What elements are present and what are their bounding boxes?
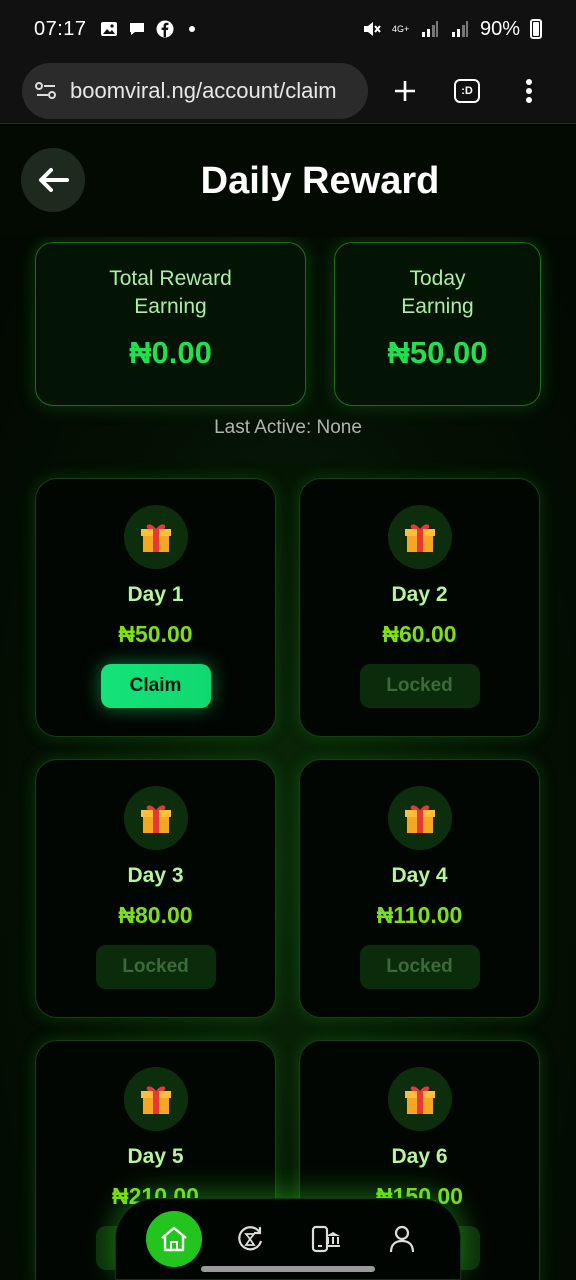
network-type: 4G+: [391, 23, 410, 34]
status-bar: 07:17 4G+ 90%: [0, 0, 576, 58]
nav-home[interactable]: [146, 1211, 202, 1267]
day-label: Day 2: [391, 583, 448, 606]
browser-menu-button[interactable]: [504, 66, 554, 116]
battery-icon: [530, 19, 542, 39]
reward-card-day-4: Day 4 ₦110.00 Locked: [299, 759, 540, 1018]
day-label: Day 3: [127, 864, 184, 887]
today-earning-value: ₦50.00: [387, 335, 488, 370]
notification-dot-icon: [188, 26, 195, 32]
profile-icon: [389, 1225, 415, 1253]
battery-percent: 90%: [479, 17, 520, 40]
plus-icon: [395, 80, 415, 101]
day-label: Day 5: [127, 1145, 184, 1168]
nav-profile[interactable]: [374, 1211, 430, 1267]
reward-card-day-1: Day 1 ₦50.00 Claim: [35, 478, 276, 737]
new-tab-button[interactable]: [380, 66, 430, 116]
status-time: 07:17: [34, 17, 87, 40]
day-label: Day 4: [391, 864, 448, 887]
home-indicator[interactable]: [201, 1266, 375, 1272]
nav-spin[interactable]: [222, 1211, 278, 1267]
home-icon: [161, 1226, 187, 1252]
day-label: Day 6: [391, 1145, 448, 1168]
site-settings-icon[interactable]: [34, 80, 58, 102]
locked-button[interactable]: Locked: [359, 945, 480, 989]
locked-button[interactable]: Locked: [359, 664, 480, 708]
gift-icon: [387, 505, 452, 569]
facebook-icon: [155, 19, 175, 39]
chat-icon: [127, 19, 147, 39]
today-earning-card: Today Earning ₦50.00: [334, 242, 541, 406]
reward-card-day-3: Day 3 ₦80.00 Locked: [35, 759, 276, 1018]
gift-icon: [123, 505, 188, 569]
signal-icon: [420, 19, 440, 39]
deposit-icon: [311, 1225, 340, 1253]
day-label: Day 1: [127, 583, 184, 606]
day-amount: ₦110.00: [376, 902, 463, 928]
locked-button[interactable]: Locked: [95, 945, 216, 989]
signal-icon-2: [450, 19, 470, 39]
main-content: Total Reward Earning ₦0.00 Today Earning…: [0, 237, 576, 1280]
reward-card-day-2: Day 2 ₦60.00 Locked: [299, 478, 540, 737]
total-reward-label: Total Reward Earning: [109, 267, 232, 318]
claim-button[interactable]: Claim: [100, 664, 211, 708]
arrow-left-icon: [39, 168, 69, 192]
address-bar[interactable]: boomviral.ng/account/claim: [22, 62, 368, 119]
tabs-icon: :D: [454, 78, 480, 103]
mute-icon: [362, 19, 382, 39]
total-reward-value: ₦0.00: [129, 335, 212, 370]
back-button[interactable]: [21, 148, 85, 212]
day-amount: ₦50.00: [118, 621, 193, 647]
day-amount: ₦80.00: [118, 902, 193, 928]
gift-icon: [123, 1067, 188, 1131]
url-text[interactable]: boomviral.ng/account/claim: [70, 78, 337, 104]
page-header: Daily Reward: [0, 125, 576, 237]
day-amount: ₦60.00: [382, 621, 457, 647]
browser-toolbar: boomviral.ng/account/claim :D: [0, 58, 576, 124]
nav-deposit[interactable]: [298, 1211, 354, 1267]
gift-icon: [387, 786, 452, 850]
gift-icon: [123, 786, 188, 850]
last-active-text: Last Active: None: [214, 417, 362, 438]
page-title: Daily Reward: [200, 159, 440, 202]
tab-switcher-button[interactable]: :D: [442, 66, 492, 116]
gallery-icon: [99, 19, 119, 39]
more-vert-icon: [526, 78, 532, 103]
total-reward-card: Total Reward Earning ₦0.00: [35, 242, 306, 406]
gift-icon: [387, 1067, 452, 1131]
today-earning-label: Today Earning: [401, 267, 474, 318]
spin-reward-icon: [238, 1226, 263, 1251]
